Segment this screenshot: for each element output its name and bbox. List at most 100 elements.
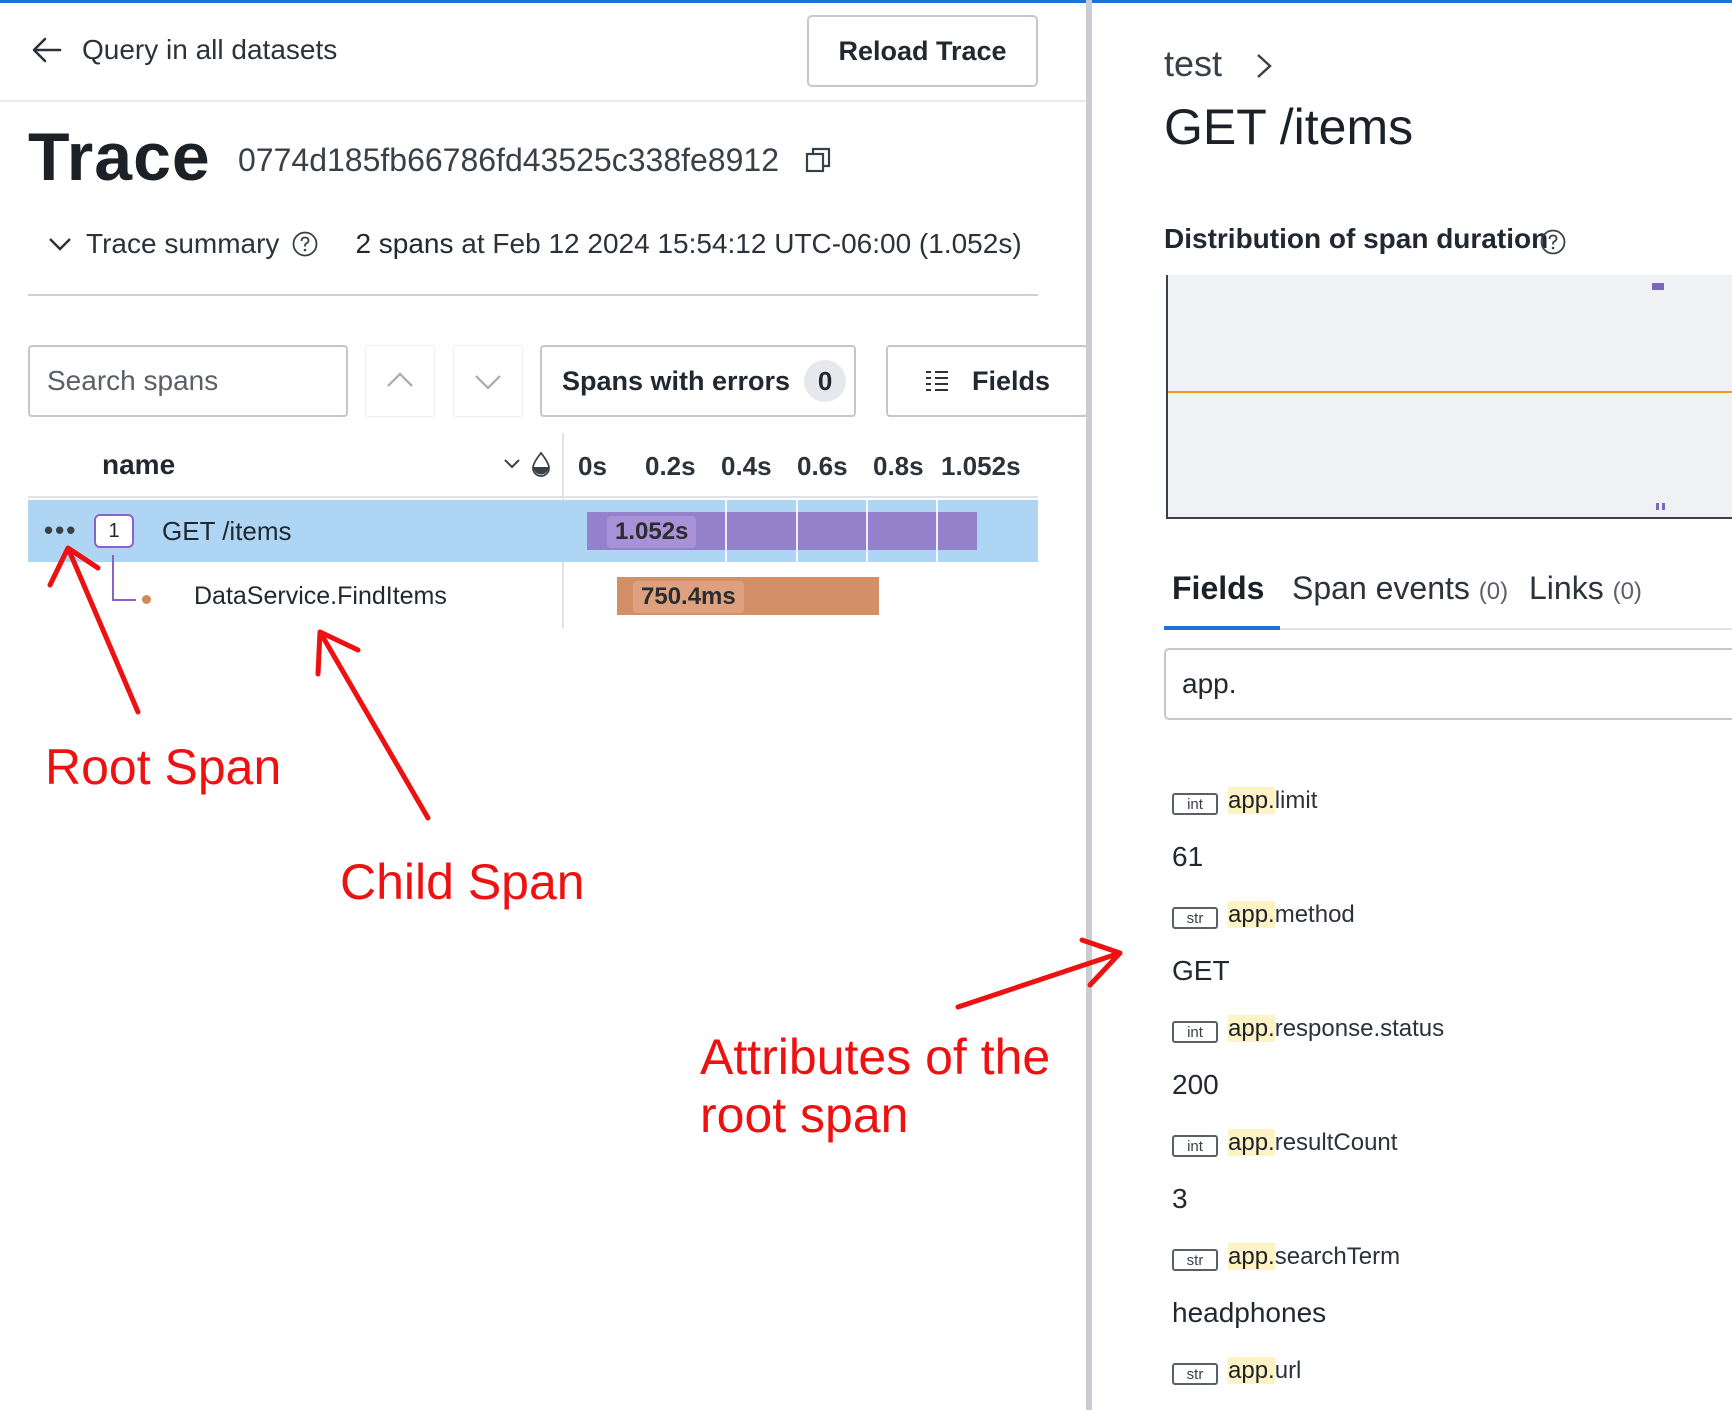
field-key-name: response.status xyxy=(1274,1015,1445,1042)
field-key-name: method xyxy=(1274,901,1355,928)
trace-summary-toggle[interactable]: Trace summary xyxy=(86,228,279,260)
field-item[interactable]: str app.method GET xyxy=(1172,897,1732,1011)
span-count: 2 spans xyxy=(355,228,454,259)
filter-highlight: app. xyxy=(1228,787,1275,814)
field-item[interactable]: int app.limit 61 xyxy=(1172,783,1732,897)
help-icon[interactable] xyxy=(1539,228,1567,256)
span-duration-label: 1.052s xyxy=(607,516,697,548)
field-key-name: url xyxy=(1274,1357,1302,1384)
filter-highlight: app. xyxy=(1228,901,1275,928)
field-key-name: resultCount xyxy=(1274,1129,1398,1156)
chevron-down-icon xyxy=(475,375,501,390)
active-tab-indicator xyxy=(1164,626,1280,630)
tab-count: (0) xyxy=(1478,578,1509,605)
time-tick: 0s xyxy=(578,451,607,481)
column-list-icon xyxy=(925,371,948,391)
annotation-child-span: Child Span xyxy=(340,854,585,910)
type-tag: str xyxy=(1172,1363,1218,1385)
field-value: headphones xyxy=(1172,1297,1327,1328)
field-key-name: searchTerm xyxy=(1274,1243,1401,1270)
header-divider xyxy=(0,100,1086,102)
chevron-right-icon xyxy=(1257,54,1272,78)
copy-icon[interactable] xyxy=(804,146,832,174)
type-tag: str xyxy=(1172,907,1218,929)
field-item[interactable]: str app.searchTerm headphones xyxy=(1172,1239,1732,1353)
reload-trace-button[interactable]: Reload Trace xyxy=(807,15,1038,87)
span-dot-icon xyxy=(142,595,151,604)
span-duration-bar[interactable]: 750.4ms xyxy=(617,577,879,615)
summary-divider xyxy=(28,294,1038,296)
back-link-label: Query in all datasets xyxy=(82,34,338,65)
page-title: Trace xyxy=(28,119,211,195)
field-item[interactable]: str app.url xyxy=(1172,1353,1732,1410)
span-duration-bar[interactable]: 1.052s xyxy=(587,512,977,550)
selected-span-line xyxy=(1168,391,1732,393)
back-link[interactable]: Query in all datasets xyxy=(30,33,337,67)
field-item[interactable]: int app.response.status 200 xyxy=(1172,1011,1732,1125)
chevron-down-icon[interactable] xyxy=(502,453,522,473)
chevron-down-icon[interactable] xyxy=(46,230,74,258)
previous-match-button[interactable] xyxy=(365,345,435,417)
trace-summary-text: 2 spans at Feb 12 2024 15:54:12 UTC-06:0… xyxy=(355,228,1021,260)
name-column-header[interactable]: name xyxy=(102,449,175,481)
annotation-root-span: Root Span xyxy=(45,739,282,795)
help-icon[interactable] xyxy=(291,230,319,258)
tab-links[interactable]: Links (0) xyxy=(1529,570,1642,607)
next-match-button[interactable] xyxy=(453,345,523,417)
span-detail-panel: test GET /items Distribution of span dur… xyxy=(1092,3,1732,1410)
spans-with-errors-label: Spans with errors xyxy=(562,365,791,396)
duration-heatmap[interactable] xyxy=(1166,275,1732,519)
heatmap-cell xyxy=(1662,503,1665,510)
root-span-row[interactable]: ••• 1 GET /items 1.052s xyxy=(28,500,1038,562)
child-span-row[interactable]: DataService.FindItems 750.4ms xyxy=(28,555,1038,627)
time-tick: 0.8s xyxy=(873,451,924,481)
fields-button-label: Fields xyxy=(971,365,1051,396)
search-spans-input[interactable]: Search spans xyxy=(28,345,348,417)
span-name: GET /items xyxy=(162,516,292,546)
filter-highlight: app. xyxy=(1228,1015,1275,1042)
annotation-attributes: Attributes of the root span xyxy=(700,1029,1051,1143)
tab-label: Links xyxy=(1529,570,1604,606)
drop-icon[interactable] xyxy=(530,451,552,477)
time-tick: 1.052s xyxy=(941,451,1021,481)
timeline-gridline xyxy=(796,500,798,562)
span-name: DataService.FindItems xyxy=(194,582,447,610)
time-tick: 0.6s xyxy=(797,451,848,481)
type-tag: int xyxy=(1172,1135,1218,1157)
type-tag: int xyxy=(1172,793,1218,815)
tab-span-events[interactable]: Span events (0) xyxy=(1292,570,1508,607)
field-item[interactable]: int app.resultCount 3 xyxy=(1172,1125,1732,1239)
tab-label: Fields xyxy=(1172,570,1265,606)
field-key: app.url xyxy=(1228,1357,1301,1385)
spans-with-errors-button[interactable]: Spans with errors 0 xyxy=(540,345,856,417)
trace-summary-row: Trace summary 2 spans at Feb 12 2024 15:… xyxy=(46,228,1022,260)
distribution-title: Distribution of span duration xyxy=(1164,223,1549,254)
fields-button[interactable]: Fields xyxy=(886,345,1088,417)
more-options-icon[interactable]: ••• xyxy=(44,517,77,543)
tab-count: (0) xyxy=(1612,578,1642,605)
timeline-gridline xyxy=(936,500,938,562)
filter-highlight: app. xyxy=(1228,1129,1275,1156)
trace-panel: Query in all datasets Reload Trace Trace… xyxy=(0,3,1088,1410)
error-count-badge: 0 xyxy=(804,360,847,402)
field-filter-input[interactable]: app. xyxy=(1164,648,1732,720)
chevron-up-icon xyxy=(387,372,413,387)
field-value: GET xyxy=(1172,955,1230,986)
type-tag: int xyxy=(1172,1021,1218,1043)
heatmap-cell xyxy=(1652,283,1664,290)
child-count-badge[interactable]: 1 xyxy=(94,514,134,548)
field-list: int app.limit 61 str app.method GET int app… xyxy=(1172,783,1732,1410)
tree-connector xyxy=(112,599,136,601)
field-key: app.resultCount xyxy=(1228,1129,1397,1157)
field-key: app.limit xyxy=(1228,787,1317,815)
filter-highlight: app. xyxy=(1228,1357,1275,1384)
breadcrumb[interactable]: test xyxy=(1164,43,1222,85)
span-title: GET /items xyxy=(1164,99,1414,155)
type-tag: str xyxy=(1172,1249,1218,1271)
timeline-gridline xyxy=(725,500,727,562)
trace-timestamp: at Feb 12 2024 15:54:12 UTC-06:00 (1.052… xyxy=(453,228,1022,259)
tab-fields[interactable]: Fields xyxy=(1172,570,1264,607)
detail-tabs: Fields Span events (0) Links (0) xyxy=(1164,558,1732,630)
field-key: app.response.status xyxy=(1228,1015,1444,1043)
trace-id: 0774d185fb66786fd43525c338fe8912 xyxy=(238,142,779,178)
